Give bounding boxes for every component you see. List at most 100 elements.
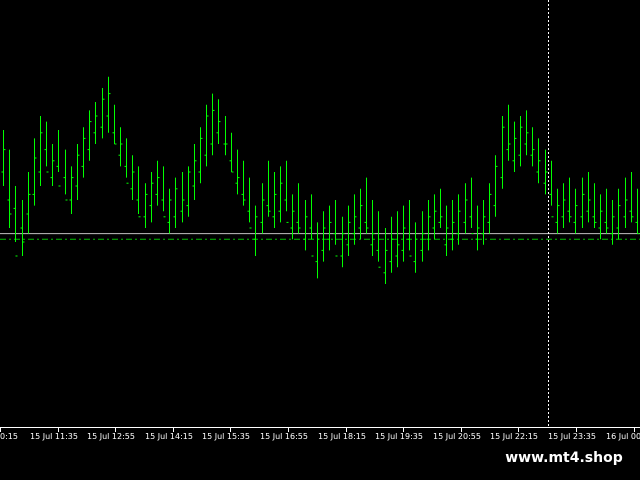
ohlc-bar xyxy=(118,127,123,167)
ohlc-bar xyxy=(543,149,548,195)
time-tick-label: 15 Jul 14:15 xyxy=(145,432,193,441)
ohlc-bar xyxy=(26,172,31,234)
ohlc-bar xyxy=(450,200,455,251)
time-tick-label: 15 Jul 20:55 xyxy=(433,432,481,441)
ohlc-bar xyxy=(580,177,585,228)
ohlc-bar xyxy=(407,200,412,257)
time-tick-label: 16 Jul 00: xyxy=(606,432,640,441)
ohlc-bar xyxy=(38,116,43,186)
ohlc-bar xyxy=(7,149,12,228)
ohlc-bar xyxy=(623,177,628,228)
ohlc-bar xyxy=(469,177,474,235)
ohlc-bar xyxy=(327,205,332,251)
ohlc-bar xyxy=(530,127,535,167)
ohlc-bar xyxy=(444,205,449,256)
ohlc-bar xyxy=(518,116,523,167)
ohlc-bar xyxy=(493,155,498,217)
ohlc-bar xyxy=(186,166,191,217)
watermark-text: www.mt4.shop xyxy=(496,446,632,470)
ohlc-bar xyxy=(352,194,357,245)
ohlc-bar xyxy=(383,228,388,284)
ohlc-bar xyxy=(567,177,572,223)
time-tick-label: 15 Jul 11:35 xyxy=(30,432,78,441)
ohlc-bar xyxy=(266,160,271,217)
ohlc-bar xyxy=(198,127,203,184)
chart-canvas[interactable] xyxy=(0,0,640,428)
ohlc-bar xyxy=(1,130,6,186)
ohlc-bar xyxy=(358,188,363,240)
ohlc-bar xyxy=(389,216,394,273)
ohlc-bar xyxy=(93,102,98,144)
time-tick-label: 15 Jul 23:35 xyxy=(548,432,596,441)
ohlc-bar xyxy=(413,222,418,273)
ohlc-bar xyxy=(506,104,511,161)
ohlc-bar xyxy=(481,200,486,245)
ohlc-bar xyxy=(155,160,160,206)
time-tick-label: 15 Jul 15:35 xyxy=(202,432,250,441)
ohlc-bar xyxy=(50,144,55,186)
ohlc-bar xyxy=(32,138,37,206)
ohlc-bar xyxy=(124,138,129,184)
ohlc-bar xyxy=(315,222,320,279)
ohlc-bar xyxy=(223,116,228,156)
ohlc-bar xyxy=(303,200,308,251)
ohlc-bar xyxy=(272,172,277,228)
ohlc-bar xyxy=(136,166,141,218)
ohlc-bar xyxy=(635,188,640,235)
ohlc-bar xyxy=(561,183,566,228)
ohlc-bar xyxy=(210,93,215,156)
ohlc-bar xyxy=(610,200,615,245)
ohlc-bar xyxy=(629,172,634,223)
ohlc-bar xyxy=(598,194,603,240)
ohlc-bar xyxy=(56,130,61,187)
ohlc-bar xyxy=(216,99,221,144)
ohlc-bar xyxy=(87,110,92,161)
ohlc-bar xyxy=(149,172,154,223)
time-tick-label: 0:15 xyxy=(0,432,18,441)
ohlc-bar xyxy=(143,183,148,228)
time-tick-label: 15 Jul 16:55 xyxy=(260,432,308,441)
ohlc-bar xyxy=(167,188,172,234)
ohlc-bar xyxy=(130,155,135,200)
ohlc-bar xyxy=(247,177,252,229)
ohlc-bar xyxy=(512,121,517,172)
time-tick-label: 15 Jul 12:55 xyxy=(87,432,135,441)
ohlc-bar xyxy=(616,188,621,240)
ohlc-bar xyxy=(81,127,86,178)
ohlc-bar xyxy=(290,194,295,240)
ohlc-bar xyxy=(69,166,74,214)
ohlc-bar xyxy=(438,188,443,228)
ohlc-bar xyxy=(321,211,326,262)
ohlc-bar xyxy=(253,205,258,256)
ohlc-bar xyxy=(456,194,461,245)
ohlc-bar xyxy=(340,216,345,268)
time-tick-label: 15 Jul 19:35 xyxy=(375,432,423,441)
ohlc-bar xyxy=(370,200,375,256)
ohlc-bar xyxy=(536,138,541,184)
ohlc-bar xyxy=(586,172,591,223)
ohlc-bar xyxy=(333,200,338,257)
ohlc-bar xyxy=(44,121,49,173)
ohlc-bar xyxy=(296,183,301,234)
ohlc-bar xyxy=(364,177,369,234)
ohlc-bar xyxy=(592,183,597,228)
ohlc-bar xyxy=(524,110,529,156)
ohlc-bar xyxy=(20,200,25,256)
ohlc-bar xyxy=(604,188,609,234)
ohlc-bar xyxy=(161,166,166,218)
ohlc-bar xyxy=(500,116,505,189)
ohlc-bar xyxy=(75,144,80,200)
ohlc-bar xyxy=(549,160,554,218)
ohlc-bar xyxy=(432,194,437,240)
ohlc-bar xyxy=(241,160,246,206)
ohlc-bar xyxy=(260,183,265,234)
ohlc-bar xyxy=(463,183,468,234)
ohlc-bar xyxy=(278,166,283,223)
ohlc-bar xyxy=(487,183,492,234)
price-chart[interactable] xyxy=(0,0,640,428)
ohlc-bar xyxy=(173,177,178,228)
time-tick-label: 15 Jul 18:15 xyxy=(318,432,366,441)
ohlc-bar xyxy=(573,188,578,234)
ohlc-bar xyxy=(426,200,431,251)
ohlc-bar xyxy=(229,132,234,173)
